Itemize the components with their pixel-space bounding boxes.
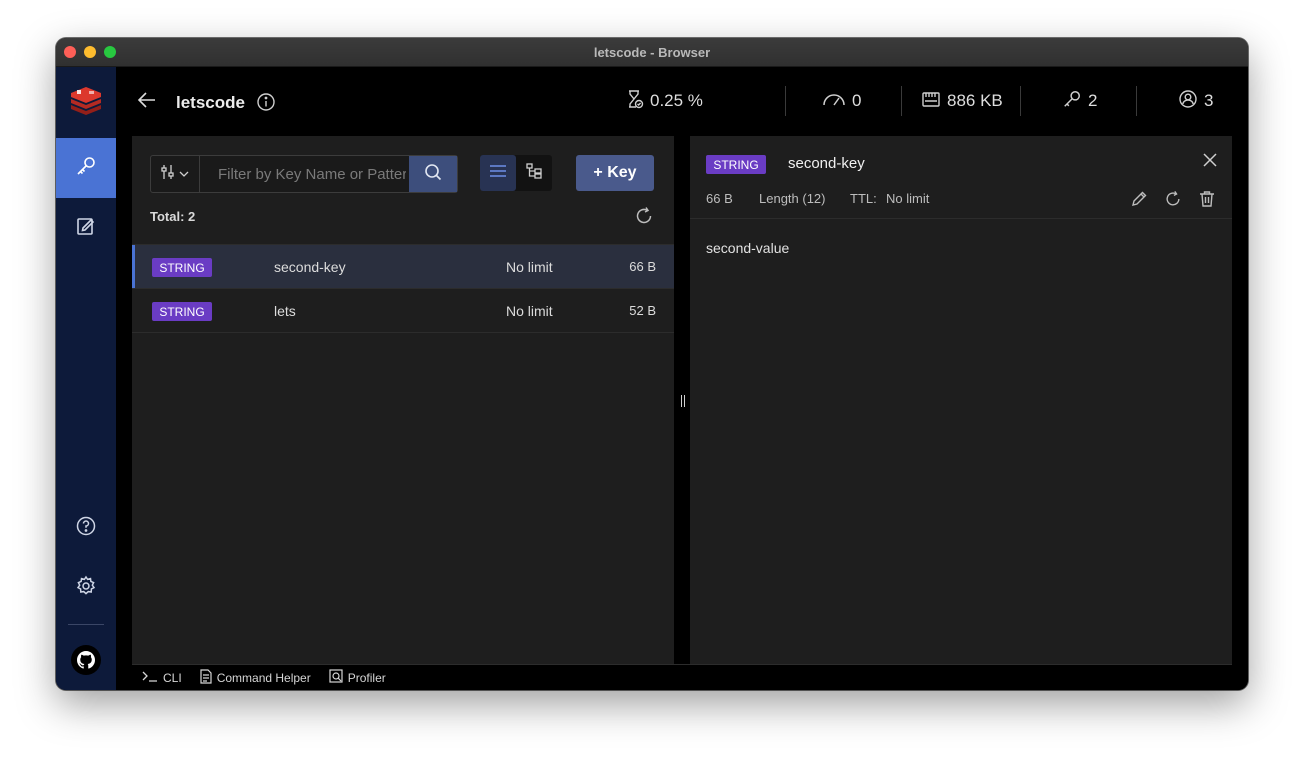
key-detail-panel: STRING second-key 66 B Length (12) TTL: … (690, 136, 1232, 664)
filter-sliders-icon (161, 164, 175, 185)
nav-browser[interactable] (56, 138, 116, 198)
chevron-down-icon (179, 165, 189, 183)
key-size: 66 B (629, 259, 656, 274)
memory-stat[interactable]: 886 KB (921, 89, 1003, 113)
key-icon (75, 155, 97, 182)
document-icon (200, 668, 212, 687)
nav-help[interactable] (56, 498, 116, 558)
key-row[interactable]: STRING lets No limit 52 B (132, 289, 674, 333)
user-circle-icon (1178, 89, 1198, 114)
edit-icon (75, 215, 97, 242)
add-key-button[interactable]: + Key (576, 155, 654, 191)
hourglass-icon (626, 89, 644, 114)
help-icon (75, 515, 97, 542)
cpu-value: 0.25 % (650, 91, 703, 110)
stat-divider (785, 86, 786, 116)
list-icon (489, 164, 507, 183)
detail-length: Length (12) (759, 191, 826, 206)
key-name: second-key (274, 259, 346, 275)
keys-stat[interactable]: 2 (1062, 89, 1097, 113)
trash-icon[interactable] (1198, 190, 1216, 213)
keys-value: 2 (1088, 91, 1098, 110)
database-name: letscode (176, 93, 245, 112)
profiler-label: Profiler (347, 670, 386, 685)
key-value[interactable]: second-value (706, 240, 789, 256)
speedometer-icon (822, 90, 846, 113)
detail-ttl-label: TTL: (850, 191, 877, 206)
detail-size: 66 B (706, 191, 733, 206)
ops-value: 0 (852, 91, 862, 110)
memory-chip-icon (921, 90, 941, 113)
app-window: letscode - Browser letscode 0.25 % 0 886… (56, 38, 1248, 690)
cli-label: CLI (163, 670, 182, 685)
key-ttl: No limit (506, 303, 553, 319)
detail-type-badge: STRING (706, 155, 766, 174)
stat-divider (1136, 86, 1137, 116)
stat-divider (1020, 86, 1021, 116)
list-view-button[interactable] (480, 155, 516, 191)
terminal-icon (142, 670, 158, 685)
key-row[interactable]: STRING second-key No limit 66 B (132, 245, 674, 289)
github-icon[interactable] (71, 645, 101, 675)
key-icon (1062, 89, 1082, 114)
key-name: lets (274, 303, 296, 319)
type-badge: STRING (152, 302, 212, 321)
nav-workbench[interactable] (56, 198, 116, 258)
info-icon[interactable] (256, 92, 276, 117)
resize-handle-icon[interactable] (680, 394, 686, 413)
detail-divider (690, 218, 1232, 219)
refresh-icon[interactable] (634, 206, 654, 231)
cpu-stat[interactable]: 0.25 % (626, 89, 703, 113)
key-type-filter[interactable] (151, 156, 200, 192)
main-content: + Key Total: 2 STRING second-key No limi… (116, 136, 1248, 690)
detail-actions (1130, 190, 1216, 213)
gear-icon (75, 575, 97, 602)
key-ttl: No limit (506, 259, 553, 275)
memory-value: 886 KB (947, 91, 1003, 110)
total-count: Total: 2 (150, 209, 196, 224)
tree-view-button[interactable] (516, 155, 552, 191)
sidebar-divider (68, 624, 104, 625)
filter-group (150, 155, 458, 193)
header-bar: letscode 0.25 % 0 886 KB 2 3 (116, 67, 1248, 136)
key-size: 52 B (629, 303, 656, 318)
ops-stat[interactable]: 0 (822, 89, 861, 113)
profiler-icon (329, 669, 343, 686)
refresh-icon[interactable] (1164, 190, 1182, 213)
clients-stat[interactable]: 3 (1178, 89, 1213, 113)
search-button[interactable] (409, 156, 457, 192)
edit-pencil-icon[interactable] (1130, 190, 1148, 213)
detail-ttl-value[interactable]: No limit (886, 191, 929, 206)
redis-logo-icon[interactable] (68, 81, 104, 117)
search-input[interactable] (200, 156, 406, 192)
sidebar (56, 67, 116, 690)
cli-button[interactable]: CLI (142, 670, 182, 685)
detail-key-name[interactable]: second-key (788, 155, 865, 172)
key-list-panel: + Key Total: 2 STRING second-key No limi… (132, 136, 674, 664)
bottom-bar: CLI Command Helper Profiler (132, 664, 1232, 690)
type-badge: STRING (152, 258, 212, 277)
key-list: STRING second-key No limit 66 B STRING l… (132, 244, 674, 333)
profiler-button[interactable]: Profiler (329, 669, 386, 686)
command-helper-button[interactable]: Command Helper (200, 668, 311, 687)
close-icon[interactable] (1202, 152, 1218, 173)
title-bar: letscode - Browser (56, 38, 1248, 67)
view-toggle (480, 155, 552, 191)
tree-icon (526, 162, 542, 184)
window-title: letscode - Browser (593, 45, 711, 60)
back-arrow-icon[interactable] (136, 89, 158, 116)
clients-value: 3 (1204, 91, 1214, 110)
command-helper-label: Command Helper (216, 670, 311, 685)
nav-settings[interactable] (56, 558, 116, 618)
search-icon (424, 163, 442, 186)
stat-divider (901, 86, 902, 116)
